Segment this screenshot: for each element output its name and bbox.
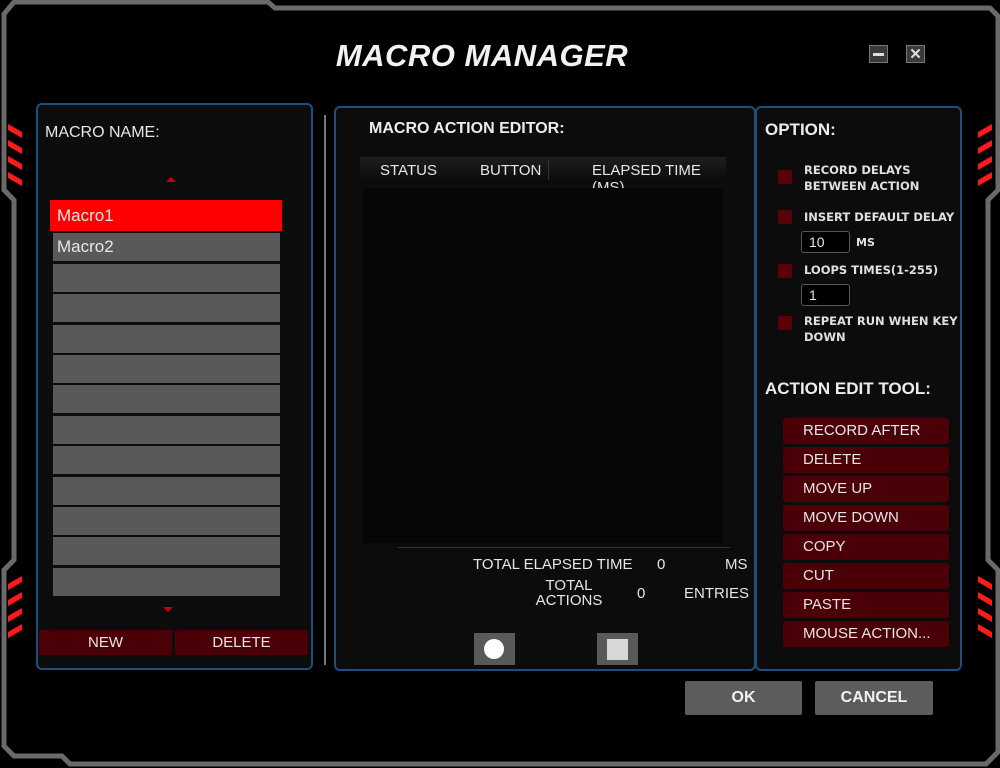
total-elapsed-time-label: TOTAL ELAPSED TIME [473,556,633,573]
total-actions-unit: ENTRIES [684,585,750,602]
macro-list-item[interactable]: Macro1 [50,200,282,231]
panel-divider [324,115,326,665]
record-delays-checkbox[interactable] [778,170,792,184]
move-down-button[interactable]: MOVE DOWN [783,505,949,531]
insert-default-delay-label: INSERT DEFAULT DELAY [804,210,955,224]
macro-list-item[interactable] [53,567,280,596]
editor-title: MACRO ACTION EDITOR: [369,120,565,137]
column-separator [548,160,549,180]
total-actions-label: TOTAL ACTIONS [535,577,603,609]
default-delay-unit: MS [856,236,875,249]
paste-button[interactable]: PASTE [783,592,949,618]
copy-button[interactable]: COPY [783,534,949,560]
table-bottom-line [398,547,730,548]
action-table-header: STATUS BUTTON ELAPSED TIME (MS) [360,157,726,196]
macro-list-item[interactable] [53,263,280,292]
total-elapsed-time-value: 0 [657,556,666,573]
delete-macro-button[interactable]: DELETE [175,630,308,655]
minimize-button[interactable] [869,45,888,63]
option-title: OPTION: [765,120,836,139]
ok-button[interactable]: OK [685,681,802,715]
macro-list-item[interactable] [53,385,280,414]
macro-list-item[interactable] [53,415,280,444]
action-edit-tool-title: ACTION EDIT TOOL: [765,379,931,398]
record-delays-label: RECORD DELAYS BETWEEN ACTION [804,163,920,193]
mouse-action-button[interactable]: MOUSE ACTION... [783,621,949,647]
macro-list: Macro1 Macro2 [50,200,282,598]
close-button[interactable]: ✕ [906,45,925,63]
macro-list-item[interactable] [53,324,280,353]
repeat-run-label: REPEAT RUN WHEN KEY DOWN [804,314,958,344]
delete-action-button[interactable]: DELETE [783,447,949,473]
window-title: MACRO MANAGER [335,38,629,73]
macro-list-item[interactable] [53,537,280,566]
macro-list-item[interactable] [53,506,280,535]
stop-button[interactable] [597,633,638,665]
cut-button[interactable]: CUT [783,563,949,589]
loops-times-checkbox[interactable] [778,264,792,278]
triangle-up-icon[interactable] [166,177,176,182]
macro-list-item[interactable] [53,446,280,475]
loops-times-input[interactable] [801,284,850,306]
move-up-button[interactable]: MOVE UP [783,476,949,502]
triangle-down-icon[interactable] [163,607,173,612]
left-top-stripes-icon [8,124,22,186]
macro-list-item[interactable] [53,476,280,505]
default-delay-input[interactable] [801,231,850,253]
right-top-stripes-icon [978,124,992,186]
record-after-button[interactable]: RECORD AFTER [783,418,949,444]
insert-default-delay-checkbox[interactable] [778,210,792,224]
macro-list-item[interactable]: Macro2 [53,233,280,262]
record-button[interactable] [474,633,515,665]
column-status[interactable]: STATUS [380,162,437,179]
column-button[interactable]: BUTTON [480,162,541,179]
right-bottom-stripes-icon [978,576,992,638]
close-icon: ✕ [909,45,922,63]
macro-list-item[interactable] [53,354,280,383]
total-elapsed-time-unit: MS [725,556,748,573]
cancel-button[interactable]: CANCEL [815,681,933,715]
total-actions-value: 0 [637,585,646,602]
macro-name-label: MACRO NAME: [45,124,160,141]
macro-list-item[interactable] [53,294,280,323]
loops-times-label: LOOPS TIMES(1-255) [804,263,939,277]
repeat-run-checkbox[interactable] [778,316,792,330]
left-bottom-stripes-icon [8,576,22,638]
action-table-body[interactable] [363,188,723,543]
new-macro-button[interactable]: NEW [39,630,172,655]
